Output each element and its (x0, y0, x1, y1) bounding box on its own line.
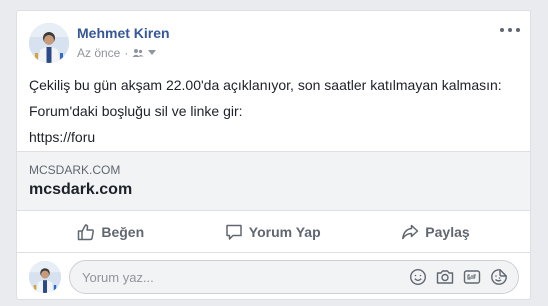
gif-icon[interactable] (463, 268, 481, 286)
comment-input-wrapper (69, 260, 519, 294)
thumbs-up-icon (77, 223, 95, 241)
emoji-icon[interactable] (409, 268, 427, 286)
comment-composer (17, 252, 530, 300)
comment-tools (409, 268, 508, 286)
comment-bubble-icon (225, 223, 243, 241)
like-label: Beğen (101, 224, 145, 240)
link-preview[interactable]: MCSDARK.COM mcsdark.com (17, 151, 530, 211)
share-button[interactable]: Paylaş (393, 219, 477, 245)
link-preview-domain: MCSDARK.COM (29, 163, 121, 177)
share-label: Paylaş (425, 224, 470, 240)
comment-button[interactable]: Yorum Yap (217, 219, 329, 245)
meta-separator: · (124, 46, 129, 60)
friends-icon[interactable] (132, 48, 144, 58)
author-avatar[interactable] (29, 23, 69, 63)
post-meta: Az önce · (77, 46, 157, 60)
post-body-line: Forum'daki boşluğu sil ve linke gir: (29, 103, 243, 119)
more-options-icon[interactable] (500, 23, 520, 37)
privacy-dropdown-icon[interactable] (148, 50, 157, 56)
sticker-icon[interactable] (490, 268, 508, 286)
author-name[interactable]: Mehmet Kiren (77, 25, 170, 41)
comment-label: Yorum Yap (248, 224, 321, 240)
post-timestamp[interactable]: Az önce (77, 46, 120, 60)
link-preview-title[interactable]: mcsdark.com (29, 181, 132, 199)
share-arrow-icon (401, 223, 419, 241)
like-button[interactable]: Beğen (69, 219, 152, 245)
camera-icon[interactable] (436, 268, 454, 286)
post-body-line: https://foru (29, 129, 96, 145)
post-body: Çekiliş bu gün akşam 22.00'da açıklanıyo… (29, 72, 519, 150)
post-actions: Beğen Yorum Yap Paylaş (17, 212, 530, 252)
commenter-avatar[interactable] (29, 261, 61, 293)
post-body-line: Çekiliş bu gün akşam 22.00'da açıklanıyo… (29, 77, 502, 93)
post-card: Mehmet Kiren Az önce · Çekiliş bu gün ak… (16, 10, 531, 300)
post-header: Mehmet Kiren Az önce · (17, 11, 530, 71)
comment-input[interactable] (82, 261, 382, 293)
